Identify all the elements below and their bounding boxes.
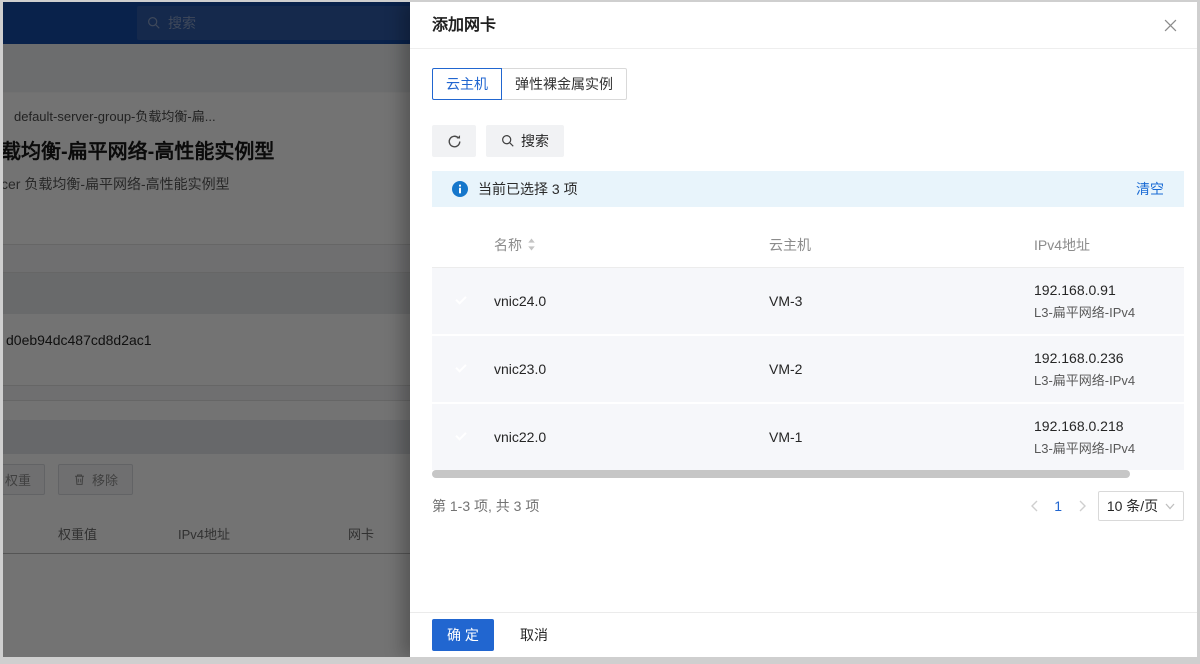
page-number[interactable]: 1 <box>1054 498 1062 514</box>
page-size-select[interactable]: 10 条/页 <box>1098 491 1184 521</box>
add-nic-drawer: 添加网卡 云主机 弹性裸金属实例 搜索 当前已选择 3 项 清空 <box>410 2 1197 657</box>
instance-type-tabs: 云主机 弹性裸金属实例 <box>432 68 627 100</box>
pagination: 第 1-3 项, 共 3 项 1 10 条/页 <box>432 489 1184 523</box>
table-row[interactable]: vnic22.0 VM-1 192.168.0.218 L3-扁平网络-IPv4 <box>432 404 1184 470</box>
network-name: L3-扁平网络-IPv4 <box>1034 370 1184 389</box>
search-icon <box>501 134 515 148</box>
scrollbar-thumb[interactable] <box>432 470 1130 478</box>
nic-table: 名称 云主机 IPv4地址 vnic24.0 VM-3 192.168.0.91… <box>432 222 1184 472</box>
horizontal-scrollbar <box>432 470 1184 478</box>
close-icon[interactable] <box>1157 2 1183 49</box>
modal-overlay[interactable] <box>3 2 410 657</box>
cancel-button[interactable]: 取消 <box>520 625 548 645</box>
tab-baremetal[interactable]: 弹性裸金属实例 <box>501 68 627 100</box>
search-button[interactable]: 搜索 <box>486 125 564 157</box>
page-size-value: 10 条/页 <box>1107 496 1158 516</box>
drawer-header: 添加网卡 <box>410 2 1197 49</box>
chevron-down-icon <box>1165 503 1175 510</box>
nic-table-header: 名称 云主机 IPv4地址 <box>432 222 1184 268</box>
col-header-name[interactable]: 名称 <box>494 235 769 255</box>
clear-selection-link[interactable]: 清空 <box>1136 179 1164 199</box>
network-name: L3-扁平网络-IPv4 <box>1034 302 1184 321</box>
prev-page-icon[interactable] <box>1027 499 1041 513</box>
nic-name: vnic23.0 <box>494 361 769 377</box>
col-header-ip: IPv4地址 <box>1034 235 1184 255</box>
table-row[interactable]: vnic24.0 VM-3 192.168.0.91 L3-扁平网络-IPv4 <box>432 268 1184 334</box>
selection-info-bar: 当前已选择 3 项 清空 <box>432 171 1184 207</box>
confirm-button[interactable]: 确 定 <box>432 619 494 651</box>
ip-address: 192.168.0.236 <box>1034 350 1184 366</box>
nic-name: vnic22.0 <box>494 429 769 445</box>
nic-name: vnic24.0 <box>494 293 769 309</box>
app-window: 搜索 default-server-group-负载均衡-扁... 载均衡-扁平… <box>3 2 1197 657</box>
refresh-icon <box>447 134 462 149</box>
vm-name: VM-1 <box>769 429 1034 445</box>
vm-name: VM-3 <box>769 293 1034 309</box>
ip-address: 192.168.0.218 <box>1034 418 1184 434</box>
drawer-toolbar: 搜索 <box>432 125 564 157</box>
pagination-controls: 1 10 条/页 <box>1027 491 1184 521</box>
col-header-vm: 云主机 <box>769 235 1034 255</box>
tab-cloud-host[interactable]: 云主机 <box>432 68 502 100</box>
drawer-footer: 确 定 取消 <box>410 612 1197 657</box>
network-name: L3-扁平网络-IPv4 <box>1034 438 1184 457</box>
refresh-button[interactable] <box>432 125 476 157</box>
selection-count-text: 当前已选择 3 项 <box>478 179 578 199</box>
drawer-title: 添加网卡 <box>432 2 496 49</box>
search-button-label: 搜索 <box>521 131 549 151</box>
pagination-summary: 第 1-3 项, 共 3 项 <box>432 496 539 516</box>
vm-name: VM-2 <box>769 361 1034 377</box>
table-row[interactable]: vnic23.0 VM-2 192.168.0.236 L3-扁平网络-IPv4 <box>432 336 1184 402</box>
next-page-icon[interactable] <box>1075 499 1089 513</box>
info-icon <box>452 181 468 197</box>
ip-address: 192.168.0.91 <box>1034 282 1184 298</box>
sort-icon[interactable] <box>527 238 536 251</box>
